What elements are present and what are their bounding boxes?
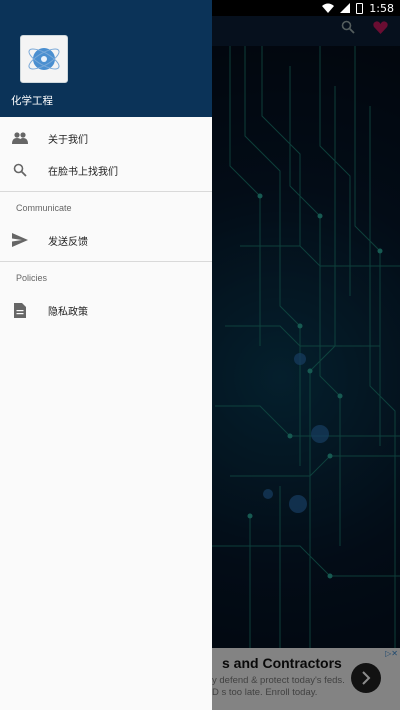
menu-item-privacy-policy[interactable]: 隐私政策 — [0, 295, 212, 325]
navigation-drawer: 化学工程 关于我们 在脸书上找我们 Communicate 发送反馈 Polic… — [0, 0, 212, 710]
app-logo — [20, 35, 68, 83]
people-icon — [11, 129, 29, 147]
send-icon — [11, 231, 29, 249]
divider — [0, 191, 212, 192]
section-title-policies: Policies — [16, 273, 48, 283]
menu-item-label: 隐私政策 — [48, 306, 88, 318]
battery-icon — [356, 2, 364, 14]
status-time: 1:58 — [369, 1, 394, 15]
menu-item-label: 关于我们 — [48, 134, 88, 146]
menu-item-label: 在脸书上找我们 — [48, 166, 118, 178]
atom-icon — [28, 48, 60, 70]
menu-item-about-us[interactable]: 关于我们 — [0, 123, 212, 153]
document-icon — [11, 301, 29, 319]
signal-icon — [340, 3, 351, 13]
drawer-header: 化学工程 — [0, 0, 212, 117]
menu-item-send-feedback[interactable]: 发送反馈 — [0, 225, 212, 255]
app-name: 化学工程 — [11, 95, 53, 107]
menu-item-label: 发送反馈 — [48, 236, 88, 248]
divider — [0, 261, 212, 262]
search-icon — [11, 161, 29, 179]
wifi-icon — [322, 3, 335, 13]
section-title-communicate: Communicate — [16, 203, 72, 213]
menu-item-find-us-on-facebook[interactable]: 在脸书上找我们 — [0, 155, 212, 185]
